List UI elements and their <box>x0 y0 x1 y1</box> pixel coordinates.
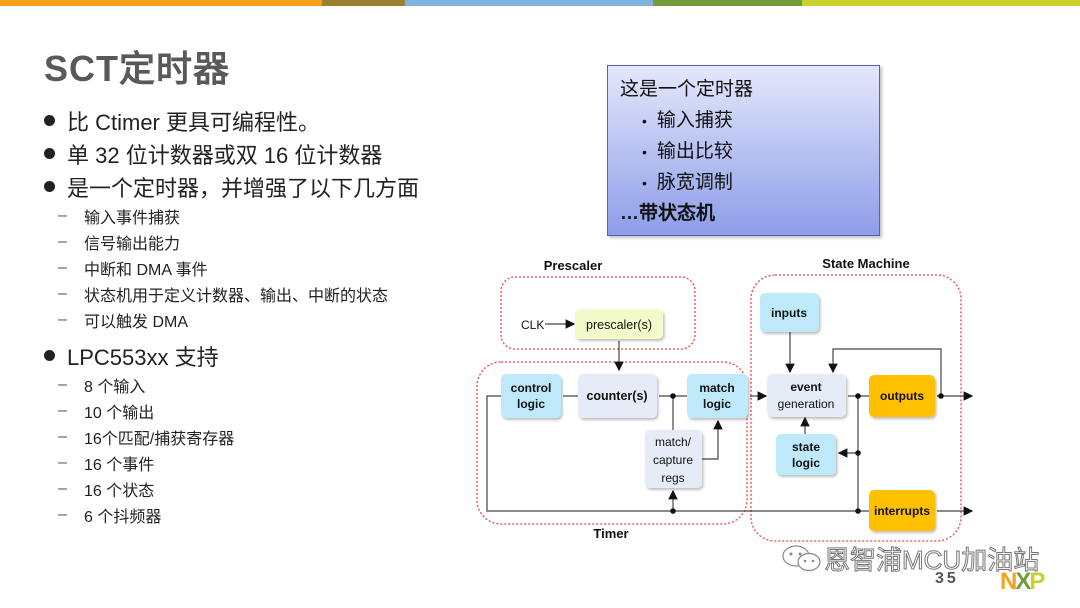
control-logic-label: logic <box>517 397 545 411</box>
outputs-block: outputs <box>869 375 935 417</box>
junction-dot <box>855 508 861 514</box>
state-logic-block: state logic <box>776 434 836 475</box>
event-generation-block: event generation <box>767 374 846 417</box>
match-capture-label: regs <box>661 471 684 485</box>
junction-dot <box>855 393 861 399</box>
match-logic-label: match <box>699 381 734 395</box>
event-generation-label: generation <box>778 397 835 411</box>
match-capture-label: capture <box>653 453 693 467</box>
wechat-icon <box>782 544 821 571</box>
clk-label: CLK <box>521 318 544 332</box>
control-logic-block: control logic <box>501 374 561 418</box>
prescaler-block: prescaler(s) <box>575 309 663 339</box>
junction-dot <box>670 393 676 399</box>
prescaler-block-label: prescaler(s) <box>586 318 652 332</box>
match-logic-block: match logic <box>687 374 748 418</box>
prescaler-group-label: Prescaler <box>544 258 603 273</box>
match-logic-label: logic <box>703 397 731 411</box>
inputs-label: inputs <box>771 306 807 320</box>
junction-dot <box>670 508 676 514</box>
timer-group-label: Timer <box>593 526 628 541</box>
regs-to-match-arrow <box>702 419 723 460</box>
nxp-logo: NXP <box>1000 568 1045 595</box>
junction-dot <box>855 450 861 456</box>
interrupts-label: interrupts <box>874 504 930 518</box>
interrupts-block: interrupts <box>869 490 935 531</box>
state-logic-label: state <box>792 440 820 454</box>
page-number: 35 <box>935 570 959 587</box>
outputs-label: outputs <box>880 389 924 403</box>
match-capture-label: match/ <box>655 435 692 449</box>
counter-label: counter(s) <box>586 389 647 403</box>
state-logic-label: logic <box>792 456 820 470</box>
control-logic-label: control <box>511 381 552 395</box>
inputs-block: inputs <box>760 293 819 332</box>
sct-block-diagram: Prescaler Timer State Machine CLK presca… <box>476 256 974 542</box>
event-generation-label: event <box>790 380 821 394</box>
junction-dot <box>938 393 944 399</box>
match-capture-regs-block: match/ capture regs <box>645 430 702 488</box>
state-machine-group-label: State Machine <box>822 256 909 271</box>
counter-block: counter(s) <box>578 374 657 418</box>
